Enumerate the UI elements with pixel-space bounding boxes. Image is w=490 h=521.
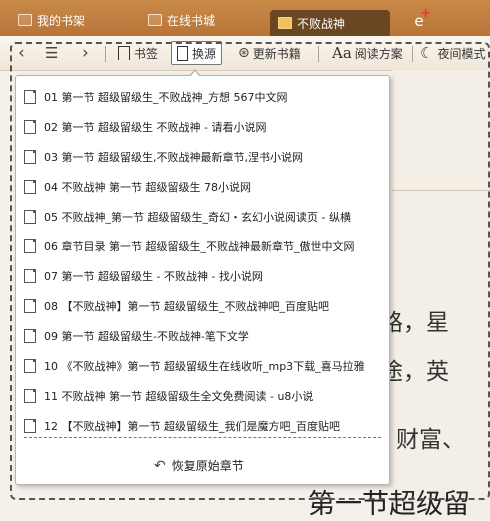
new-tab-button[interactable]: e + [410,6,431,30]
document-icon [24,299,36,314]
popup-divider [24,437,381,438]
tab-label: 在线书城 [167,13,216,28]
tab-online-bookstore[interactable]: 在线书城 [148,8,215,32]
source-item-label: 03 第一节 超级留级生,不败战神最新章节,涅书小说网 [44,150,303,164]
tab-my-bookshelf[interactable]: 我的书架 [18,8,85,32]
bookshelf-icon [18,14,32,26]
source-item[interactable]: 10 《不败战神》第一节 超级留级生在线收听_mp3下载_喜马拉雅 [16,351,389,381]
source-item[interactable]: 05 不败战神_第一节 超级留级生_奇幻・玄幻小说阅读页 - 纵横 [16,202,389,232]
source-list: 01 第一节 超级留级生_不败战神_方想 567中文网 02 第一节 超级留级生… [16,82,389,441]
document-icon [24,119,36,134]
document-icon [24,149,36,164]
book-icon [278,17,292,29]
source-item-label: 02 第一节 超级留级生 不败战神 - 请看小说网 [44,120,267,134]
document-icon [24,239,36,254]
document-icon [24,269,36,284]
document-icon [24,388,36,403]
source-item[interactable]: 06 章节目录 第一节 超级留级生_不败战神最新章节_傲世中文网 [16,231,389,261]
source-item[interactable]: 02 第一节 超级留级生 不败战神 - 请看小说网 [16,112,389,142]
source-item-label: 08 【不败战神】第一节 超级留级生_不败战神吧_百度贴吧 [44,300,329,314]
source-item[interactable]: 01 第一节 超级留级生_不败战神_方想 567中文网 [16,82,389,112]
undo-icon: ↶ [154,457,166,474]
source-item-label: 11 不败战神 第一节 超级留级生全文免费阅读 - u8小说 [44,389,314,403]
source-item[interactable]: 07 第一节 超级留级生 - 不败战神 - 找小说网 [16,261,389,291]
restore-original-chapter-button[interactable]: ↶ 恢复原始章节 [154,457,244,474]
source-item[interactable]: 03 第一节 超级留级生,不败战神最新章节,涅书小说网 [16,142,389,172]
source-item[interactable]: 09 第一节 超级留级生-不败战神-笔下文学 [16,321,389,351]
source-item-label: 12 【不败战神】第一节 超级留级生_我们是魔方吧_百度贴吧 [44,419,340,433]
tab-label: 不败战神 [297,16,346,31]
document-icon [24,179,36,194]
plus-icon: + [420,6,431,21]
source-item[interactable]: 11 不败战神 第一节 超级留级生全文免费阅读 - u8小说 [16,381,389,411]
source-item-label: 01 第一节 超级留级生_不败战神_方想 567中文网 [44,90,288,104]
restore-label: 恢复原始章节 [171,459,244,473]
source-item[interactable]: 08 【不败战神】第一节 超级留级生_不败战神吧_百度贴吧 [16,291,389,321]
source-item-label: 06 章节目录 第一节 超级留级生_不败战神最新章节_傲世中文网 [44,240,355,254]
document-icon [24,418,36,433]
document-icon [24,209,36,224]
source-item-label: 09 第一节 超级留级生-不败战神-笔下文学 [44,330,249,344]
tab-current-book[interactable]: 不败战神 [270,10,390,36]
source-item-label: 05 不败战神_第一节 超级留级生_奇幻・玄幻小说阅读页 - 纵横 [44,210,351,224]
document-icon [24,329,36,344]
source-item[interactable]: 04 不败战神 第一节 超级留级生 78小说网 [16,172,389,202]
tab-label: 我的书架 [37,13,86,28]
source-item-label: 04 不败战神 第一节 超级留级生 78小说网 [44,180,251,194]
document-icon [24,89,36,104]
source-item-label: 07 第一节 超级留级生 - 不败战神 - 找小说网 [44,270,263,284]
document-icon [24,358,36,373]
source-item-label: 10 《不败战神》第一节 超级留级生在线收听_mp3下载_喜马拉雅 [44,359,365,373]
popup-arrow-inner [190,71,200,77]
source-list-popup: 01 第一节 超级留级生_不败战神_方想 567中文网 02 第一节 超级留级生… [15,75,390,485]
tab-bar: 我的书架 在线书城 不败战神 e + [0,0,490,36]
store-icon [148,14,162,26]
